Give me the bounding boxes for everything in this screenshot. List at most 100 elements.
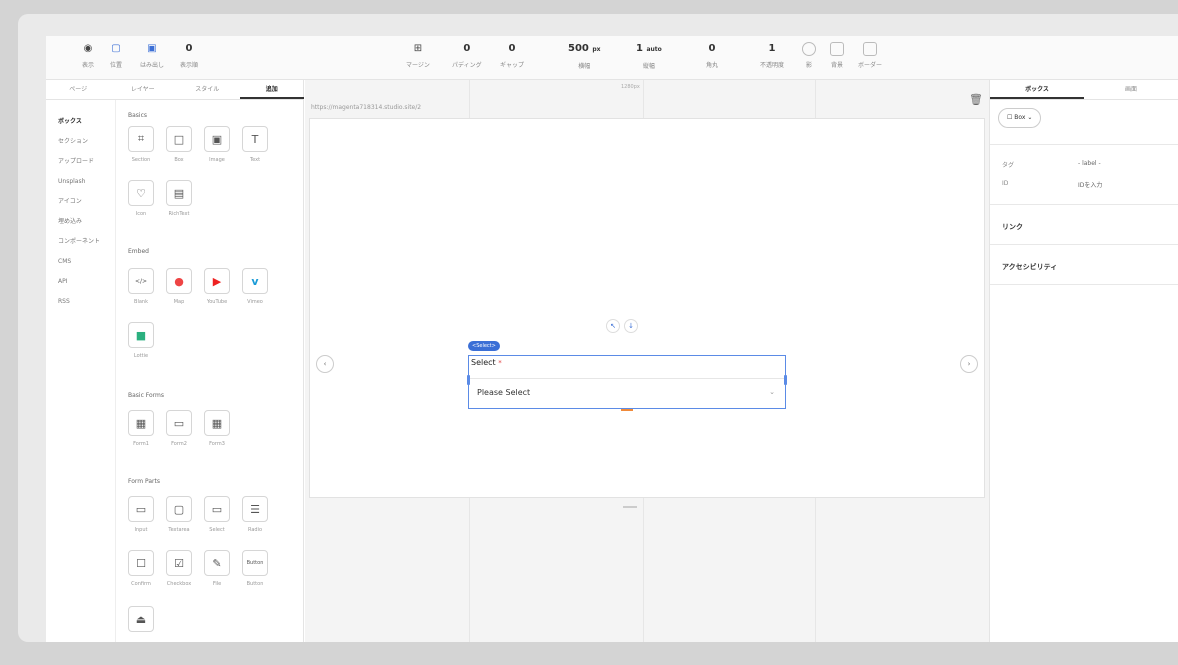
category-upload[interactable]: アップロード: [46, 152, 115, 172]
category-embed[interactable]: 埋め込み: [46, 212, 115, 232]
toolbar-display[interactable]: ◉ 表示: [82, 42, 94, 69]
toolbar-opacity[interactable]: 1 不透明度: [760, 42, 784, 69]
link-section[interactable]: リンク: [1002, 222, 1023, 232]
page-url[interactable]: https://magenta718314.studio.site/2: [311, 104, 421, 111]
trash-icon[interactable]: 🗑: [969, 93, 983, 106]
add-image-item[interactable]: ▣ Image: [204, 126, 230, 172]
prop-id-input[interactable]: IDを入力: [1078, 180, 1102, 189]
select-input[interactable]: Please Select ⌄: [469, 378, 785, 408]
category-unsplash[interactable]: Unsplash: [46, 172, 115, 192]
toolbar-position[interactable]: ▢ 位置: [110, 42, 122, 69]
add-box-item[interactable]: □ Box: [166, 126, 192, 172]
accessibility-section[interactable]: アクセシビリティ: [1002, 262, 1057, 272]
tab-layers[interactable]: レイヤー: [111, 80, 176, 99]
toolbar-radius[interactable]: 0 角丸: [706, 42, 718, 69]
toolbar-order[interactable]: 0 表示順: [180, 42, 198, 69]
chevron-down-icon: ⌄: [769, 388, 775, 396]
tab-pages[interactable]: ページ: [46, 80, 111, 99]
element-type-chip[interactable]: ☐ Box ⌄: [998, 108, 1042, 128]
add-section-item[interactable]: ⌗ Section: [128, 126, 154, 172]
tab-add[interactable]: 追加: [239, 80, 304, 99]
toolbar-border[interactable]: ボーダー: [858, 42, 882, 69]
url-bar: https://magenta718314.studio.site/2: [305, 100, 989, 116]
left-panel: ページ レイヤー スタイル 追加 ボックス セクション アップロード Unspl…: [46, 80, 304, 642]
code-icon: </>: [128, 268, 154, 294]
vimeo-icon: v: [242, 268, 268, 294]
richtext-icon: ▤: [166, 180, 192, 206]
tab-styles[interactable]: スタイル: [175, 80, 240, 99]
toolbar-width[interactable]: 500 px 横幅: [568, 42, 601, 70]
add-vimeo-item[interactable]: v Vimeo: [242, 268, 268, 314]
select-box[interactable]: Select * Please Select ⌄: [467, 355, 787, 411]
parent-select-icon[interactable]: ↖: [606, 319, 620, 333]
add-icon-item[interactable]: ♡ Icon: [128, 180, 154, 226]
category-cms[interactable]: CMS: [46, 252, 115, 272]
add-lottie-item[interactable]: ■ Lottie: [128, 322, 154, 368]
select-label: Select *: [471, 358, 502, 367]
category-section[interactable]: セクション: [46, 132, 115, 152]
category-rss[interactable]: RSS: [46, 292, 115, 312]
add-input-item[interactable]: ▭ Input: [128, 496, 154, 542]
toolbar-height[interactable]: 1 auto 縦幅: [636, 42, 662, 70]
canvas-bottom-handle[interactable]: [623, 506, 637, 508]
toolbar-margin[interactable]: ⊞ マージン: [406, 42, 430, 69]
prop-id-label: ID: [1002, 180, 1009, 187]
add-radio-item[interactable]: ☰ Radio: [242, 496, 268, 542]
add-richtext-item[interactable]: ▤ RichText: [166, 180, 192, 226]
move-down-icon[interactable]: ↓: [624, 319, 638, 333]
lottie-icon: ■: [128, 322, 154, 348]
background-icon: [830, 42, 844, 56]
toolbar-shadow[interactable]: 影: [802, 42, 816, 69]
toolbar-background[interactable]: 背景: [830, 42, 844, 69]
category-api[interactable]: API: [46, 272, 115, 292]
add-confirm-item[interactable]: ☐ Confirm: [128, 550, 154, 596]
confirm-icon: ☐: [128, 550, 154, 576]
add-youtube-item[interactable]: ▶ YouTube: [204, 268, 230, 314]
image-icon: ▣: [204, 126, 230, 152]
next-page-arrow[interactable]: ›: [960, 355, 978, 373]
prev-page-arrow[interactable]: ‹: [316, 355, 334, 373]
tab-screen[interactable]: 画面: [1084, 80, 1178, 99]
add-form1-item[interactable]: ▦ Form1: [128, 410, 154, 456]
add-more-item[interactable]: ⏏: [128, 606, 154, 642]
radio-icon: ☰: [242, 496, 268, 522]
right-panel: ボックス 画面 ☐ Box ⌄ タグ - label - ID IDを入力 リン…: [989, 80, 1178, 642]
add-select-item[interactable]: ▭ Select: [204, 496, 230, 542]
top-toolbar: ◉ 表示 ▢ 位置 ▣ はみ出し 0 表示順 ⊞ マージン 0 パディング 0 …: [46, 36, 1178, 80]
add-form2-item[interactable]: ▭ Form2: [166, 410, 192, 456]
add-blank-item[interactable]: </> Blank: [128, 268, 154, 314]
add-map-item[interactable]: ● Map: [166, 268, 192, 314]
resize-handle-bottom[interactable]: [621, 409, 633, 411]
tab-box[interactable]: ボックス: [990, 80, 1084, 99]
add-form3-item[interactable]: ▦ Form3: [204, 410, 230, 456]
category-box[interactable]: ボックス: [46, 112, 115, 132]
page-frame: ‹ › ↖ ↓ <Select> Select * Please Select …: [309, 118, 985, 498]
section-basics-title: Basics: [128, 112, 148, 119]
toolbar-padding[interactable]: 0 パディング: [452, 42, 482, 69]
select-icon: ▭: [204, 496, 230, 522]
overflow-icon: ▣: [147, 43, 157, 54]
toolbar-gap[interactable]: 0 ギャップ: [500, 42, 524, 69]
breakpoint-label: 1280px: [621, 84, 640, 90]
add-text-item[interactable]: T Text: [242, 126, 268, 172]
upload-icon: ⏏: [128, 606, 154, 632]
toolbar-overflow[interactable]: ▣ はみ出し: [140, 42, 164, 69]
resize-handle-right[interactable]: [784, 375, 787, 385]
add-file-item[interactable]: ✎ File: [204, 550, 230, 596]
add-textarea-item[interactable]: ▢ Textarea: [166, 496, 192, 542]
add-button-item[interactable]: Button Button: [242, 550, 268, 596]
prop-tag-value[interactable]: - label -: [1078, 160, 1101, 167]
element-library: Basics ⌗ Section □ Box ▣ Image T Text ♡ Icon …: [118, 100, 304, 642]
section-embed-title: Embed: [128, 248, 149, 255]
form3-icon: ▦: [204, 410, 230, 436]
map-pin-icon: ●: [166, 268, 192, 294]
border-icon: [863, 42, 877, 56]
margin-icon: ⊞: [413, 43, 423, 54]
required-mark: *: [498, 359, 502, 367]
category-icon[interactable]: アイコン: [46, 192, 115, 212]
resize-handle-left[interactable]: [467, 375, 470, 385]
add-checkbox-item[interactable]: ☑ Checkbox: [166, 550, 192, 596]
select-element[interactable]: ↖ ↓ <Select> Select * Please Select ⌄: [467, 319, 787, 411]
heart-icon: ♡: [128, 180, 154, 206]
category-component[interactable]: コンポーネント: [46, 232, 115, 252]
